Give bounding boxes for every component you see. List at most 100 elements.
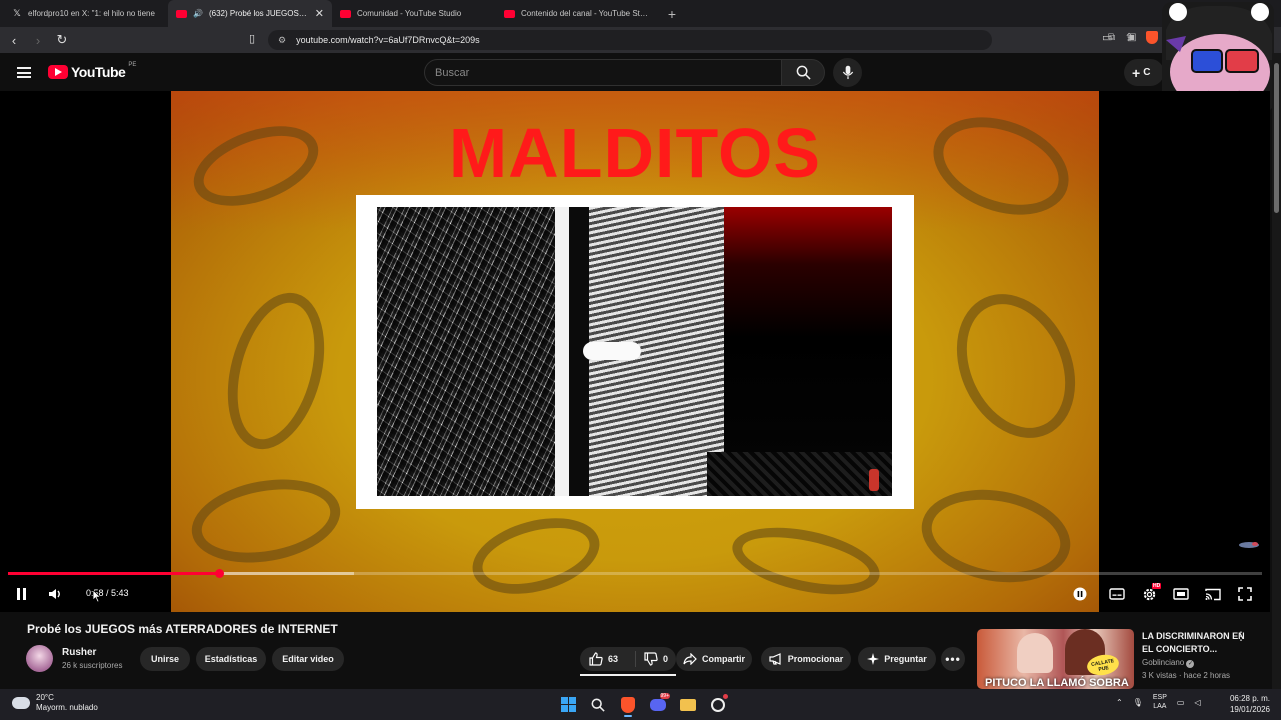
site-settings-icon[interactable]: ⚙ xyxy=(278,35,286,46)
share-icon xyxy=(683,653,697,665)
speaker-icon[interactable]: 🔊 xyxy=(193,9,203,18)
progress-bar[interactable] xyxy=(8,569,1262,578)
channel-avatar[interactable] xyxy=(26,645,53,672)
channel-watermark[interactable] xyxy=(1238,541,1260,549)
windows-logo-icon xyxy=(560,697,576,712)
address-bar[interactable]: ⚙ youtube.com/watch?v=6aUf7DRnvcQ&t=209s xyxy=(268,30,992,50)
video-title: Probé los JUEGOS más ATERRADORES de INTE… xyxy=(27,622,338,636)
time-display: 0:58 / 5:43 xyxy=(78,583,137,603)
taskbar-file-explorer[interactable] xyxy=(676,693,700,716)
youtube-logo[interactable]: YouTube PE xyxy=(48,62,137,80)
join-label: Unirse xyxy=(150,654,179,664)
like-underline xyxy=(580,674,676,676)
page-scrollbar[interactable] xyxy=(1272,53,1281,689)
subtitles-button[interactable] xyxy=(1107,585,1127,603)
new-tab-button[interactable]: + xyxy=(660,0,684,27)
miniplayer-button[interactable] xyxy=(1171,585,1191,603)
taskbar-search-button[interactable] xyxy=(586,693,610,716)
youtube-icon xyxy=(340,9,351,18)
dislike-count: 0 xyxy=(663,654,669,664)
search-button[interactable] xyxy=(781,59,825,86)
x-logo-icon: 𝕏 xyxy=(13,8,21,18)
recommended-menu-icon[interactable]: ⋮ xyxy=(1235,629,1247,643)
recommended-meta: 3 K vistas · hace 2 horas xyxy=(1142,671,1231,680)
more-actions-button[interactable]: ••• xyxy=(941,647,965,671)
close-tab-icon[interactable]: ✕ xyxy=(315,7,324,20)
youtube-wordmark: YouTube xyxy=(71,64,126,80)
thumbnail-caption: PITUCO LA LLAMÓ SOBRA xyxy=(985,677,1129,689)
weather-widget[interactable]: 20°C Mayorm. nublado xyxy=(12,693,98,713)
search-icon xyxy=(591,698,605,712)
volume-button[interactable] xyxy=(46,585,64,603)
settings-button[interactable]: HD xyxy=(1139,583,1162,603)
start-button[interactable] xyxy=(556,693,580,716)
autoplay-toggle[interactable] xyxy=(1070,585,1090,603)
thumbs-up-icon xyxy=(589,652,603,666)
scrollbar-thumb[interactable] xyxy=(1274,63,1279,213)
back-button[interactable]: ‹ xyxy=(4,30,24,50)
forward-button[interactable]: › xyxy=(28,30,48,50)
recommended-video[interactable]: CALLATE PUE PITUCO LA LLAMÓ SOBRA LA DIS… xyxy=(977,629,1269,689)
clock-date: 19/01/2026 xyxy=(1229,705,1270,714)
thumbs-down-icon xyxy=(644,652,658,666)
subscriber-count: 26 k suscriptores xyxy=(62,661,123,670)
youtube-icon xyxy=(504,9,515,18)
fullscreen-button[interactable] xyxy=(1235,585,1255,603)
channel-name[interactable]: Rusher xyxy=(62,647,96,658)
mouse-cursor-icon xyxy=(92,589,102,603)
youtube-header: YouTube PE Buscar + C xyxy=(0,53,1281,91)
language-indicator[interactable]: ESP LAA xyxy=(1153,693,1167,711)
thumbnail-figure xyxy=(1017,633,1053,673)
url-text: youtube.com/watch?v=6aUf7DRnvcQ&t=209s xyxy=(296,35,480,45)
pause-button[interactable] xyxy=(12,585,30,603)
brave-icon xyxy=(621,696,635,713)
recommended-channel-name: Goblinciano xyxy=(1142,658,1185,667)
search-input[interactable]: Buscar xyxy=(424,59,782,86)
reload-button[interactable]: ↻ xyxy=(52,30,72,50)
windows-taskbar: 20°C Mayorm. nublado 99+ ⌃ 🎙 ESP LAA ▭ ◁… xyxy=(0,689,1281,720)
taskbar-obs[interactable] xyxy=(706,693,730,716)
obs-icon xyxy=(711,697,725,712)
speaker-icon[interactable]: ◁ xyxy=(1194,698,1200,707)
analytics-button[interactable]: Estadísticas xyxy=(196,647,266,671)
like-button[interactable]: 63 xyxy=(580,651,636,667)
sidebar-icon[interactable]: ▣ xyxy=(1127,32,1136,43)
tab-x-post[interactable]: 𝕏 elfordpro10 en X: "1: el hilo no tiene xyxy=(4,0,168,27)
screen: 𝕏 elfordpro10 en X: "1: el hilo no tiene… xyxy=(0,0,1281,720)
recommended-channel[interactable]: Goblinciano ✓ xyxy=(1142,658,1195,668)
weather-temperature: 20°C xyxy=(36,693,54,702)
clock[interactable]: 06:28 p. m. 19/01/2026 xyxy=(1222,693,1270,715)
dislike-button[interactable]: 0 xyxy=(636,652,668,666)
browser-tab-strip: 𝕏 elfordpro10 en X: "1: el hilo no tiene… xyxy=(0,0,1281,27)
voice-search-button[interactable] xyxy=(833,58,862,87)
network-icon[interactable]: ▭ xyxy=(1177,698,1185,707)
recommended-thumbnail[interactable]: CALLATE PUE PITUCO LA LLAMÓ SOBRA xyxy=(977,629,1134,689)
tab-youtube-video[interactable]: 🔊 (632) Probé los JUEGOS más ✕ xyxy=(168,0,332,27)
video-frame[interactable]: MALDITOS xyxy=(171,91,1099,612)
menu-icon[interactable] xyxy=(17,67,31,78)
edit-video-button[interactable]: Editar video xyxy=(272,647,344,671)
chevron-up-icon[interactable]: ⌃ xyxy=(1116,698,1123,707)
promote-button[interactable]: Promocionar xyxy=(761,647,851,671)
discord-icon xyxy=(650,698,666,711)
door-frame xyxy=(555,207,569,496)
background-scribble xyxy=(185,468,347,574)
share-button[interactable]: Compartir xyxy=(676,647,752,671)
search-icon xyxy=(796,65,811,80)
volume-icon xyxy=(49,589,60,599)
tab-youtube-studio-content[interactable]: Contenido del canal - YouTube Studio xyxy=(496,0,660,27)
cast-button[interactable] xyxy=(1203,585,1223,603)
game-screenshot-frame xyxy=(356,195,914,509)
join-button[interactable]: Unirse xyxy=(140,647,190,671)
bookmark-icon[interactable]: ▯ xyxy=(249,32,255,45)
foliage-shadow xyxy=(377,207,559,496)
taskbar-brave-browser[interactable] xyxy=(616,693,640,717)
tab-youtube-studio-community[interactable]: Comunidad - YouTube Studio xyxy=(332,0,496,27)
taskbar-discord[interactable]: 99+ xyxy=(646,693,670,716)
country-code: PE xyxy=(128,62,137,68)
ask-button[interactable]: Preguntar xyxy=(858,647,936,671)
microphone-icon[interactable]: 🎙 xyxy=(1133,698,1143,707)
plus-icon: + xyxy=(1132,64,1141,81)
extensions-icon[interactable]: ⧉ xyxy=(1108,32,1115,43)
video-player[interactable]: MALDITOS 0:58 / 5:43 HD xyxy=(0,91,1270,612)
